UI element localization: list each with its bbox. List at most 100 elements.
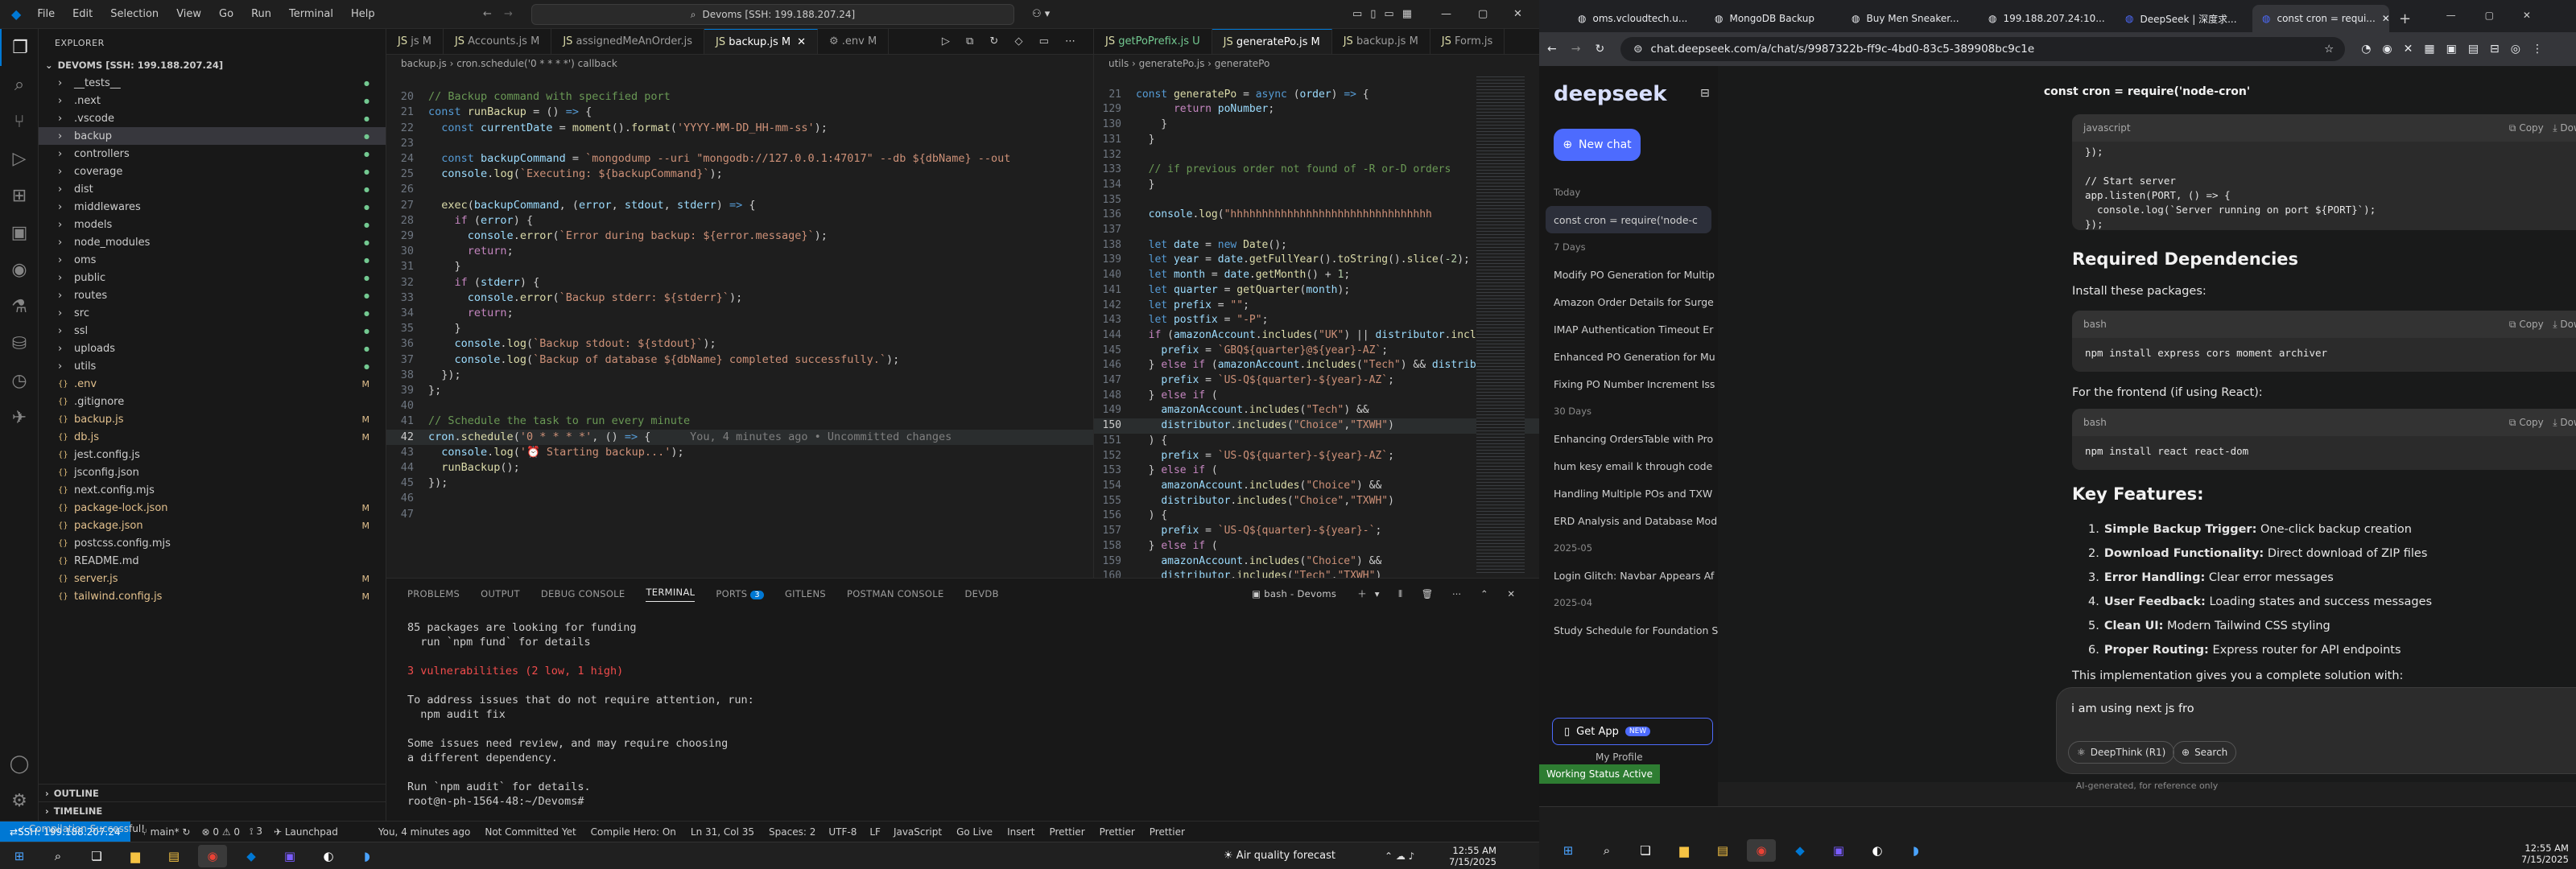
chrome-icon[interactable]: ◉ [1747, 839, 1776, 862]
search-icon[interactable]: ⌕ [43, 845, 72, 867]
tree-folder[interactable]: › middlewares ● [39, 198, 386, 216]
chat-input-box[interactable]: i am using next js fro ⚛ DeepThink (R1) ⊕… [2056, 687, 2576, 774]
explorer-root[interactable]: ⌄ DEVOMS [SSH: 199.188.207.24] [39, 56, 386, 74]
branch-indicator[interactable]: ⑂ main* ↻ [142, 826, 191, 838]
tree-folder[interactable]: › models ● [39, 216, 386, 233]
gitlens-icon[interactable]: ◉ [0, 251, 39, 288]
tab-getpoprefix[interactable]: JS getPoPrefix.js U [1094, 29, 1212, 54]
bookmark-star-icon[interactable]: ☆ [2324, 43, 2334, 56]
history-item[interactable]: Login Glitch: Navbar Appears Af [1539, 562, 1718, 589]
panel-tab-ports[interactable]: PORTS 3 [716, 588, 764, 599]
back-icon[interactable]: ← [1547, 43, 1557, 56]
search-icon[interactable]: ⌕ [0, 66, 39, 103]
account-icon[interactable]: ◯ [0, 745, 39, 782]
browser-tab-oms[interactable]: ◍ oms.vcloudtech.u... [1568, 5, 1705, 32]
extensions-icon[interactable]: ⊞ [0, 177, 39, 214]
panel-tab-terminal[interactable]: TERMINAL [646, 587, 696, 602]
history-item[interactable]: hum kesy email k through code [1539, 452, 1718, 480]
tree-file[interactable]: {} jest.config.js [39, 446, 386, 463]
postman-icon[interactable]: ✈ [0, 399, 39, 436]
collapse-sidebar-icon[interactable]: ⊟ [1700, 87, 1710, 100]
tree-file[interactable]: {} next.config.mjs [39, 481, 386, 499]
history-item[interactable]: Fixing PO Number Increment Iss [1539, 370, 1718, 397]
breadcrumb[interactable]: backup.js › cron.schedule('0 * * * *') c… [386, 55, 1093, 72]
get-app-button[interactable]: ▯ Get App NEW [1552, 718, 1713, 745]
app2-icon[interactable]: ◐ [1863, 839, 1892, 862]
prettier-status-3[interactable]: Prettier [1150, 826, 1185, 838]
copilot-icon[interactable]: ⚇ ▾ [1032, 8, 1050, 20]
browser-tab-mongo[interactable]: ◍ MongoDB Backup [1705, 5, 1842, 32]
extensions-icons[interactable]: ◔◉✕▦▣▤⊟◎⋮ [2361, 43, 2554, 56]
tree-file[interactable]: {} package-lock.json M [39, 499, 386, 517]
code-backup-js[interactable]: 20// Backup command with specified port 2… [386, 72, 1093, 553]
encoding[interactable]: UTF-8 [828, 826, 857, 838]
tab-generatepo[interactable]: JS generatePo.js M [1212, 29, 1332, 54]
layout-icons[interactable]: ▭▯▭▦ [1352, 8, 1420, 20]
close-icon[interactable]: ✕ [2382, 13, 2389, 24]
deepseek-logo[interactable]: deepseek [1554, 82, 1667, 106]
start-icon[interactable]: ⊞ [1554, 839, 1583, 862]
history-item[interactable]: Modify PO Generation for Multip [1539, 261, 1718, 288]
tab-backup[interactable]: JS backup.js M ✕ [704, 29, 818, 54]
file-explorer-icon[interactable]: ▆ [121, 845, 150, 867]
history-item[interactable]: ERD Analysis and Database Mod [1539, 507, 1718, 534]
panel-tab-gitlens[interactable]: GITLENS [785, 588, 826, 599]
tree-file[interactable]: {} server.js M [39, 570, 386, 587]
eol[interactable]: LF [869, 826, 881, 838]
start-icon[interactable]: ⊞ [5, 845, 34, 867]
tree-file[interactable]: {} README.md [39, 552, 386, 570]
browser-tab-cron[interactable]: ◍ const cron = requi... ✕ [2252, 5, 2389, 32]
menu-selection[interactable]: Selection [104, 5, 165, 23]
nav-forward-icon[interactable]: → [504, 8, 513, 20]
tree-folder[interactable]: › dist ● [39, 180, 386, 198]
terminal-selector[interactable]: ▣ bash - Devoms [1252, 588, 1336, 599]
store-icon[interactable]: ▤ [1708, 839, 1737, 862]
tree-file[interactable]: {} db.js M [39, 428, 386, 446]
tree-file[interactable]: {} backup.js M [39, 410, 386, 428]
minimize-icon[interactable]: — [1441, 8, 1451, 20]
prettier-status-2[interactable]: Prettier [1100, 826, 1135, 838]
task-view-icon[interactable]: ❏ [1631, 839, 1660, 862]
command-center[interactable]: ⌕ Devoms [SSH: 199.188.207.24] [531, 4, 1014, 25]
app3-icon[interactable]: ◗ [353, 845, 382, 867]
reload-icon[interactable]: ↻ [1595, 43, 1604, 56]
go-live-button[interactable]: Go Live [956, 826, 993, 838]
copy-button[interactable]: ⧉ Copy [2509, 319, 2544, 330]
tree-folder[interactable]: › utils ● [39, 357, 386, 375]
launchpad-button[interactable]: ✈ Launchpad [274, 826, 338, 838]
chrome-icon[interactable]: ◉ [198, 844, 227, 867]
download-button[interactable]: ⤓ Download [2553, 417, 2576, 428]
indent-setting[interactable]: Spaces: 2 [769, 826, 815, 838]
maximize-icon[interactable]: ▢ [1478, 8, 1488, 20]
prettier-status[interactable]: Prettier [1049, 826, 1084, 838]
copy-button[interactable]: ⧉ Copy [2509, 122, 2544, 134]
tab-env[interactable]: ⚙ .env M [818, 29, 890, 54]
vscode-taskbar-icon[interactable]: ◆ [1785, 839, 1814, 862]
outline-section[interactable]: › OUTLINE [39, 784, 386, 801]
tree-folder[interactable]: › routes ● [39, 286, 386, 304]
window-controls[interactable]: —▢✕ [2446, 10, 2560, 21]
new-chat-button[interactable]: ⊕ New chat [1554, 129, 1641, 161]
tree-folder[interactable]: › oms ● [39, 251, 386, 269]
tab-backup-right[interactable]: JS backup.js M [1332, 29, 1430, 54]
panel-tab-debug-console[interactable]: DEBUG CONSOLE [541, 588, 625, 599]
explorer-icon[interactable]: ❐ [0, 29, 39, 66]
tree-folder[interactable]: › __tests__ ● [39, 74, 386, 92]
address-bar[interactable]: ⊜ chat.deepseek.com/a/chat/s/9987322b-ff… [1620, 37, 2346, 61]
tab-assigned[interactable]: JS assignedMeAnOrder.js [551, 29, 705, 54]
tree-folder[interactable]: › ssl ● [39, 322, 386, 340]
tree-folder[interactable]: › backup ● [39, 127, 386, 145]
terminal-actions[interactable]: ＋▾ ⫴ 🗑 ⋯ ⌃ ✕ [1357, 587, 1523, 600]
search-icon[interactable]: ⌕ [1592, 839, 1621, 862]
tab-accounts[interactable]: JS Accounts.js M [444, 29, 552, 54]
tab-js[interactable]: JS js M [386, 29, 444, 54]
history-item[interactable]: IMAP Authentication Timeout Er [1539, 315, 1718, 343]
menu-run[interactable]: Run [245, 5, 278, 23]
menu-view[interactable]: View [170, 5, 208, 23]
tree-file[interactable]: {} tailwind.config.js M [39, 587, 386, 605]
problems-indicator[interactable]: ⊗ 0 ⚠ 0 [201, 826, 240, 838]
code-generatepo-js[interactable]: 21 const generatePo = async (order) => {1… [1094, 72, 1539, 614]
new-tab-icon[interactable]: + [2389, 5, 2411, 32]
tree-folder[interactable]: › node_modules ● [39, 233, 386, 251]
chat-input[interactable]: i am using next js fro [2071, 702, 2194, 715]
